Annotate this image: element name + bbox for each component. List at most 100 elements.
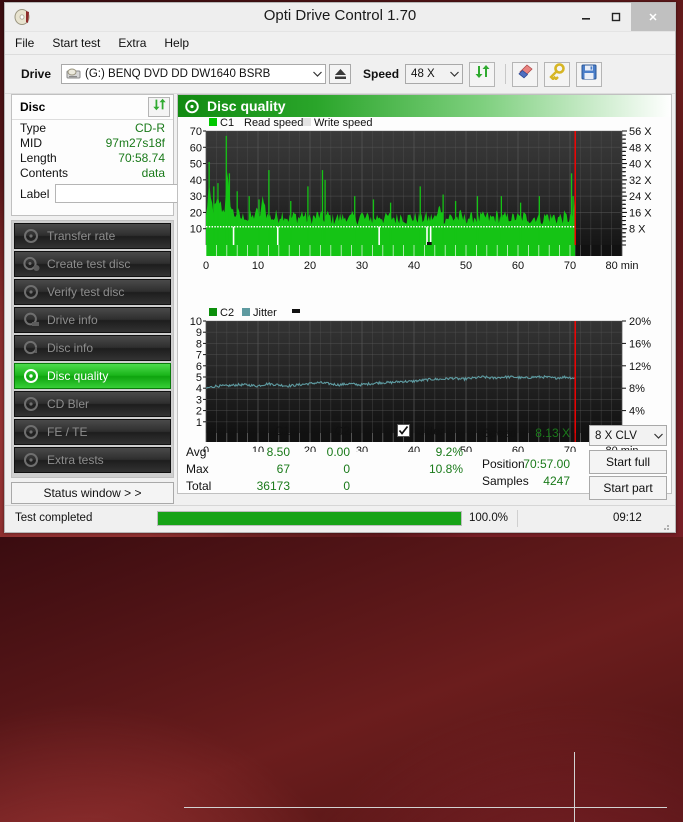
svg-text:C2: C2 bbox=[220, 307, 234, 319]
disc-row-key: Contents bbox=[20, 166, 69, 180]
disc-quality-icon bbox=[23, 368, 41, 384]
svg-text:8%: 8% bbox=[629, 383, 645, 395]
stats-total-c2: 0 bbox=[343, 479, 350, 493]
stats-row-total-label: Total bbox=[186, 479, 212, 493]
sidebar-item-disc-quality[interactable]: Disc quality bbox=[14, 363, 171, 389]
refresh-button[interactable] bbox=[469, 61, 496, 87]
start-part-button[interactable]: Start part bbox=[589, 476, 667, 500]
menu-item-start-test[interactable]: Start test bbox=[52, 36, 100, 50]
speed-stat-value: 8.13 X bbox=[535, 426, 570, 440]
samples-stat-value: 4247 bbox=[543, 474, 570, 488]
svg-text:8 X: 8 X bbox=[629, 224, 646, 236]
sidebar-item-extra-tests[interactable]: Extra tests bbox=[14, 447, 171, 473]
stats-divider bbox=[574, 752, 575, 822]
disc-create-icon bbox=[23, 256, 41, 272]
svg-text:30: 30 bbox=[190, 191, 202, 203]
disc-panel-title: Disc bbox=[20, 100, 46, 114]
maximize-button[interactable] bbox=[601, 3, 631, 31]
resize-grip[interactable] bbox=[660, 518, 670, 530]
menu-bar: File Start test Extra Help bbox=[5, 32, 675, 55]
sidebar-item-transfer-rate[interactable]: Transfer rate bbox=[14, 223, 171, 249]
svg-text:16%: 16% bbox=[629, 338, 651, 350]
eraser-icon bbox=[516, 63, 534, 85]
drive-label: Drive bbox=[21, 67, 52, 81]
close-button[interactable] bbox=[631, 3, 675, 31]
menu-item-help[interactable]: Help bbox=[164, 36, 189, 50]
sidebar-item-label: Drive info bbox=[47, 313, 98, 327]
disc-label-caption: Label bbox=[20, 186, 50, 201]
disc-row-value: 70:58.74 bbox=[118, 151, 165, 165]
sidebar-item-label: Extra tests bbox=[47, 453, 104, 467]
svg-text:1: 1 bbox=[196, 417, 202, 429]
svg-text:50: 50 bbox=[190, 159, 202, 171]
save-button[interactable] bbox=[576, 61, 603, 87]
app-window: Opti Drive Control 1.70 File Start test … bbox=[4, 2, 676, 822]
disc-bler-icon bbox=[23, 396, 41, 412]
menu-item-file[interactable]: File bbox=[15, 36, 34, 50]
sidebar-item-verify-test-disc[interactable]: Verify test disc bbox=[14, 279, 171, 305]
svg-text:60: 60 bbox=[512, 260, 524, 272]
svg-text:40: 40 bbox=[408, 260, 420, 272]
drive-info-icon bbox=[23, 312, 41, 328]
stats-max-c1: 67 bbox=[276, 462, 290, 476]
jitter-checkbox[interactable] bbox=[397, 424, 410, 437]
start-full-label: Start full bbox=[605, 455, 650, 469]
panel-title: Disc quality bbox=[207, 98, 286, 114]
sidebar-item-cd-bler[interactable]: CD Bler bbox=[14, 391, 171, 417]
drive-select[interactable]: (G:) BENQ DVD DD DW1640 BSRB bbox=[61, 64, 327, 84]
sidebar-item-disc-info[interactable]: Disc info bbox=[14, 335, 171, 361]
svg-text:56 X: 56 X bbox=[629, 126, 652, 138]
jitter-label: Jitter bbox=[418, 424, 445, 438]
key-button[interactable] bbox=[544, 61, 571, 87]
svg-text:10: 10 bbox=[252, 260, 264, 272]
start-full-button[interactable]: Start full bbox=[589, 450, 667, 474]
svg-text:12%: 12% bbox=[629, 361, 651, 373]
svg-text:6: 6 bbox=[196, 361, 202, 373]
svg-text:60: 60 bbox=[512, 445, 524, 452]
stats-total-c1: 36173 bbox=[256, 479, 290, 493]
disc-verify-icon bbox=[23, 284, 41, 300]
progress-bar-fill bbox=[158, 512, 461, 525]
disc-refresh-button[interactable] bbox=[148, 97, 170, 117]
disc-row-value: CD-R bbox=[135, 121, 165, 135]
disc-row-key: MID bbox=[20, 136, 42, 150]
svg-text:70: 70 bbox=[190, 126, 202, 138]
svg-text:8: 8 bbox=[196, 338, 202, 350]
sidebar-item-drive-info[interactable]: Drive info bbox=[14, 307, 171, 333]
disc-quality-panel: Disc quality C1 Read speed Write speed 10 20… bbox=[177, 94, 672, 822]
status-window-button[interactable]: Status window > > bbox=[11, 482, 174, 504]
svg-text:7: 7 bbox=[196, 350, 202, 362]
erase-button[interactable] bbox=[512, 61, 539, 87]
svg-text:30: 30 bbox=[356, 260, 368, 272]
clv-select[interactable]: 8 X CLV bbox=[589, 425, 667, 446]
drive-toolbar: Drive (G:) BENQ DVD DD DW1640 BSRB Speed bbox=[5, 55, 675, 94]
disc-label-row: Label bbox=[12, 180, 259, 204]
sidebar-item-label: FE / TE bbox=[47, 425, 88, 439]
stats-avg-c2: 0.00 bbox=[326, 445, 350, 459]
stats-max-c2: 0 bbox=[343, 462, 350, 476]
menu-item-extra[interactable]: Extra bbox=[118, 36, 146, 50]
speed-select[interactable]: 48 X bbox=[405, 64, 464, 84]
sidebar-item-fe-te[interactable]: FE / TE bbox=[14, 419, 171, 445]
stats-max-jitter: 10.8% bbox=[428, 462, 463, 476]
stats-row-max-label: Max bbox=[186, 462, 209, 476]
chevron-down-icon bbox=[650, 433, 666, 439]
eject-button[interactable] bbox=[329, 64, 352, 84]
svg-text:48 X: 48 X bbox=[629, 142, 652, 154]
status-message: Test completed bbox=[15, 512, 93, 524]
svg-text:Read speed: Read speed bbox=[244, 117, 303, 129]
sidebar-item-create-test-disc[interactable]: Create test disc bbox=[14, 251, 171, 277]
drive-icon bbox=[66, 67, 81, 81]
main-content: Disc Type CD-R MID 97m27s18f Length 70:5… bbox=[5, 94, 675, 822]
speed-select-value: 48 X bbox=[411, 68, 435, 80]
svg-text:20: 20 bbox=[304, 260, 316, 272]
disc-fete-icon bbox=[23, 424, 41, 440]
svg-text:70: 70 bbox=[564, 260, 576, 272]
window-controls bbox=[571, 3, 675, 31]
disc-extra-icon bbox=[23, 452, 41, 468]
svg-text:3: 3 bbox=[196, 394, 202, 406]
svg-text:Write speed: Write speed bbox=[314, 117, 373, 129]
minimize-button[interactable] bbox=[571, 3, 601, 31]
svg-text:30: 30 bbox=[356, 445, 368, 452]
clv-select-value: 8 X CLV bbox=[595, 429, 637, 442]
